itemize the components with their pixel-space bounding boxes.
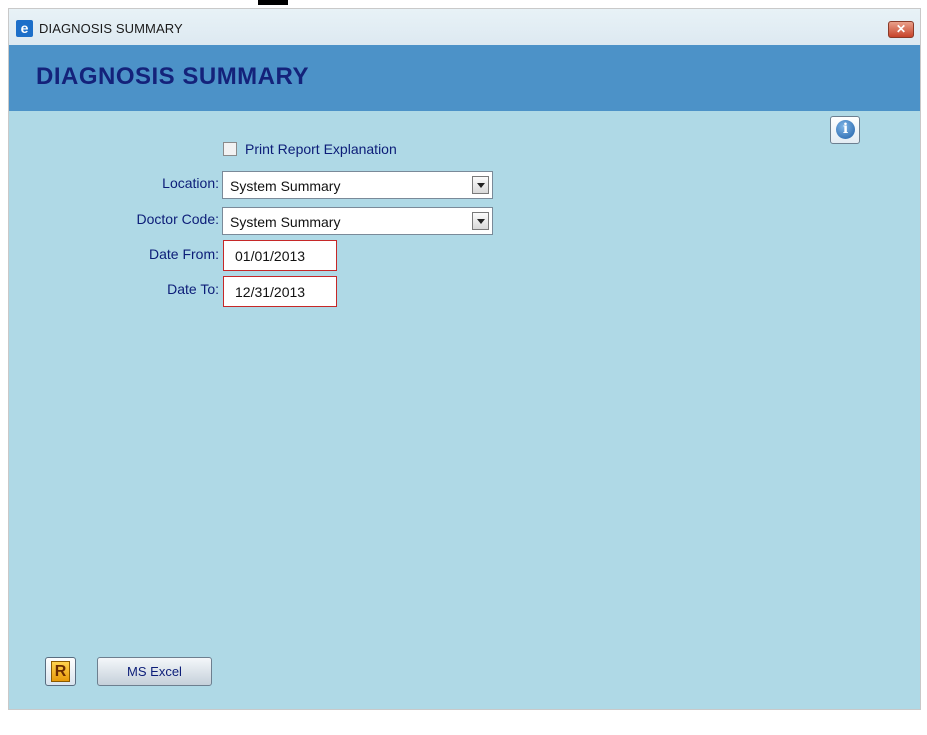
close-button[interactable]: ✕ bbox=[888, 21, 914, 38]
top-strip bbox=[0, 0, 927, 8]
app-icon: e bbox=[16, 20, 33, 37]
location-label: Location: bbox=[162, 175, 219, 191]
report-window: e DIAGNOSIS SUMMARY ✕ DIAGNOSIS SUMMARY … bbox=[8, 8, 921, 710]
date-from-input[interactable]: 01/01/2013 bbox=[223, 240, 337, 271]
close-icon: ✕ bbox=[895, 22, 907, 36]
date-to-input[interactable]: 12/31/2013 bbox=[223, 276, 337, 307]
date-from-value: 01/01/2013 bbox=[235, 248, 306, 264]
chevron-down-icon[interactable] bbox=[472, 176, 489, 194]
print-explanation-checkbox[interactable] bbox=[223, 142, 237, 156]
report-icon: R bbox=[51, 661, 70, 682]
doctor-code-label: Doctor Code: bbox=[136, 211, 219, 227]
date-to-label: Date To: bbox=[167, 281, 219, 297]
info-button[interactable]: i bbox=[830, 116, 860, 144]
location-value: System Summary bbox=[230, 178, 341, 194]
page-title: DIAGNOSIS SUMMARY bbox=[36, 63, 309, 90]
window-title: DIAGNOSIS SUMMARY bbox=[39, 21, 183, 36]
date-to-value: 12/31/2013 bbox=[235, 284, 306, 300]
chevron-down-icon[interactable] bbox=[472, 212, 489, 230]
doctor-code-select[interactable]: System Summary bbox=[222, 207, 493, 235]
location-select[interactable]: System Summary bbox=[222, 171, 493, 199]
info-icon: i bbox=[836, 120, 855, 139]
report-button[interactable]: R bbox=[45, 657, 76, 686]
title-bar: e DIAGNOSIS SUMMARY ✕ bbox=[9, 9, 920, 46]
header-band: DIAGNOSIS SUMMARY bbox=[9, 45, 920, 111]
top-strip-mark bbox=[258, 0, 288, 5]
doctor-code-value: System Summary bbox=[230, 214, 341, 230]
ms-excel-button[interactable]: MS Excel bbox=[97, 657, 212, 686]
print-explanation-label: Print Report Explanation bbox=[245, 141, 397, 157]
date-from-label: Date From: bbox=[148, 246, 219, 262]
